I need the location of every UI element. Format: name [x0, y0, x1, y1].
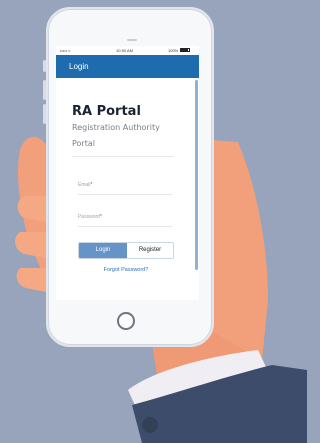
nav-bar: Login: [56, 55, 199, 78]
status-time: 10:30 AM: [116, 48, 133, 53]
scrollbar[interactable]: [195, 80, 198, 270]
divider: [72, 156, 174, 157]
home-button[interactable]: [117, 312, 135, 330]
auth-button-group: Login Register: [78, 242, 174, 259]
battery-percent: 100%: [168, 48, 179, 53]
signal-text: •••••: [60, 48, 68, 53]
required-mark: *: [90, 182, 93, 188]
password-label-text: Password: [78, 214, 100, 220]
email-label: Email*: [78, 182, 92, 188]
wifi-icon: ≈: [68, 48, 71, 53]
email-field[interactable]: Email*: [78, 180, 172, 195]
register-button[interactable]: Register: [127, 243, 173, 258]
password-label: Password*: [78, 214, 102, 220]
finger-2: [15, 232, 47, 258]
login-button[interactable]: Login: [79, 243, 127, 258]
finger-1: [17, 196, 46, 222]
signal-icon: ••••• ≈: [60, 48, 70, 53]
password-field[interactable]: Password*: [78, 212, 172, 227]
finger-3: [16, 268, 46, 292]
page-subtitle: Registration Authority Portal: [72, 123, 160, 148]
nav-title: Login: [69, 62, 89, 71]
phone-speaker: [127, 39, 137, 41]
sleeve-button: [142, 417, 158, 433]
page-title: RA Portal: [72, 104, 141, 119]
battery-icon: [180, 48, 190, 52]
required-mark: *: [99, 214, 102, 220]
status-bar: ••••• ≈ 10:30 AM 100%: [56, 46, 199, 55]
forgot-password-link[interactable]: Forgot Password?: [78, 267, 174, 273]
palm: [210, 140, 268, 360]
phone-screen: ••••• ≈ 10:30 AM 100% Login RA Portal Re…: [56, 46, 199, 300]
email-label-text: Email: [78, 182, 91, 188]
